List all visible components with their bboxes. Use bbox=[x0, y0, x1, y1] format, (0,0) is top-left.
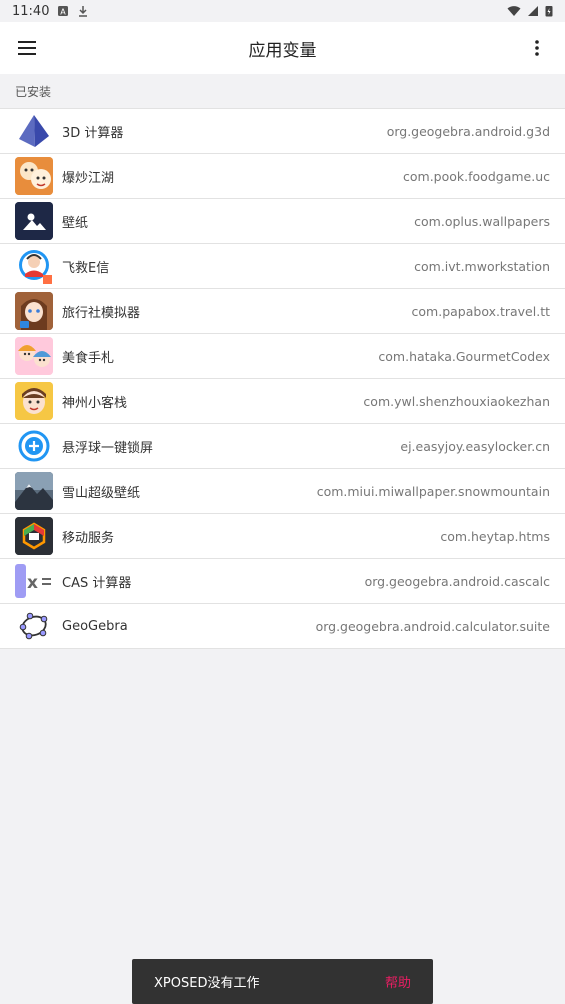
status-time: 11:40 bbox=[12, 3, 50, 19]
menu-button[interactable] bbox=[0, 22, 54, 74]
app-name: CAS 计算器 bbox=[62, 575, 132, 591]
overflow-menu-button[interactable] bbox=[517, 22, 557, 74]
app-name: 神州小客栈 bbox=[62, 395, 128, 411]
mountain-picture-icon bbox=[15, 202, 53, 240]
package-name: org.geogebra.android.g3d bbox=[386, 123, 550, 139]
snackbar: XPOSED没有工作 帮助 bbox=[132, 959, 433, 1004]
app-row[interactable]: 神州小客栈 com.ywl.shenzhouxiaokezhan bbox=[0, 379, 565, 424]
wifi-icon bbox=[507, 6, 521, 16]
app-row[interactable]: GeoGebra org.geogebra.android.calculator… bbox=[0, 604, 565, 649]
app-row[interactable]: 悬浮球一键锁屏 ej.easyjoy.easylocker.cn bbox=[0, 424, 565, 469]
notification-a-icon: A bbox=[58, 6, 69, 17]
package-name: com.heytap.htms bbox=[440, 528, 550, 544]
app-row[interactable]: x CAS 计算器 org.geogebra.android.cascalc bbox=[0, 559, 565, 604]
rescue-avatar-icon bbox=[15, 247, 53, 285]
snackbar-help-button[interactable]: 帮助 bbox=[385, 972, 411, 991]
app-name: 飞救E信 bbox=[62, 260, 110, 276]
app-list: 3D 计算器 org.geogebra.android.g3d 爆炒江湖 com… bbox=[0, 109, 565, 649]
cas-x-equals-icon: x bbox=[15, 562, 53, 600]
cartoon-chef-icon bbox=[15, 157, 53, 195]
app-name: 雪山超级壁纸 bbox=[62, 485, 141, 501]
app-name: 移动服务 bbox=[62, 530, 115, 546]
app-row[interactable]: 移动服务 com.heytap.htms bbox=[0, 514, 565, 559]
battery-icon bbox=[545, 6, 553, 17]
mobile-service-hexagon-icon bbox=[15, 517, 53, 555]
package-name: com.miui.miwallpaper.snowmountain bbox=[316, 483, 550, 499]
anime-girl-icon bbox=[15, 292, 53, 330]
app-name: 美食手札 bbox=[62, 350, 115, 366]
package-name: org.geogebra.android.calculator.suite bbox=[315, 618, 550, 634]
app-bar: 应用变量 bbox=[0, 22, 565, 74]
app-name: GeoGebra bbox=[62, 618, 128, 634]
package-name: com.ywl.shenzhouxiaokezhan bbox=[363, 393, 550, 409]
package-name: com.papabox.travel.tt bbox=[411, 303, 550, 319]
app-row[interactable]: 美食手札 com.hataka.GourmetCodex bbox=[0, 334, 565, 379]
svg-text:x: x bbox=[27, 573, 38, 593]
package-name: com.oplus.wallpapers bbox=[414, 213, 550, 229]
snow-mountain-icon bbox=[15, 472, 53, 510]
app-row[interactable]: 3D 计算器 org.geogebra.android.g3d bbox=[0, 109, 565, 154]
package-name: ej.easyjoy.easylocker.cn bbox=[400, 438, 550, 454]
geogebra-ellipse-icon bbox=[15, 607, 53, 645]
download-icon bbox=[79, 6, 88, 17]
app-row[interactable]: 雪山超级壁纸 com.miui.miwallpaper.snowmountain bbox=[0, 469, 565, 514]
package-name: com.hataka.GourmetCodex bbox=[378, 348, 550, 364]
floating-ball-plus-icon bbox=[15, 427, 53, 465]
status-bar: 11:40 A bbox=[0, 0, 565, 22]
snackbar-message: XPOSED没有工作 bbox=[154, 976, 260, 991]
package-name: com.ivt.mworkstation bbox=[414, 258, 550, 274]
app-row[interactable]: 飞救E信 com.ivt.mworkstation bbox=[0, 244, 565, 289]
section-header-installed: 已安装 bbox=[0, 74, 565, 109]
more-vert-icon bbox=[535, 40, 539, 56]
anime-characters-icon bbox=[15, 337, 53, 375]
app-row[interactable]: 壁纸 com.oplus.wallpapers bbox=[0, 199, 565, 244]
package-name: com.pook.foodgame.uc bbox=[403, 168, 550, 184]
app-name: 爆炒江湖 bbox=[62, 170, 115, 186]
cartoon-innkeeper-icon bbox=[15, 382, 53, 420]
hamburger-menu-icon bbox=[18, 41, 36, 55]
app-name: 壁纸 bbox=[62, 215, 89, 231]
page-title: 应用变量 bbox=[248, 40, 317, 61]
svg-text:A: A bbox=[61, 8, 67, 17]
pyramid-icon bbox=[15, 112, 53, 150]
app-name: 3D 计算器 bbox=[62, 125, 124, 141]
app-name: 旅行社模拟器 bbox=[62, 305, 141, 321]
app-name: 悬浮球一键锁屏 bbox=[62, 440, 154, 456]
app-row[interactable]: 爆炒江湖 com.pook.foodgame.uc bbox=[0, 154, 565, 199]
package-name: org.geogebra.android.cascalc bbox=[364, 573, 550, 589]
app-row[interactable]: 旅行社模拟器 com.papabox.travel.tt bbox=[0, 289, 565, 334]
signal-icon bbox=[528, 6, 538, 16]
